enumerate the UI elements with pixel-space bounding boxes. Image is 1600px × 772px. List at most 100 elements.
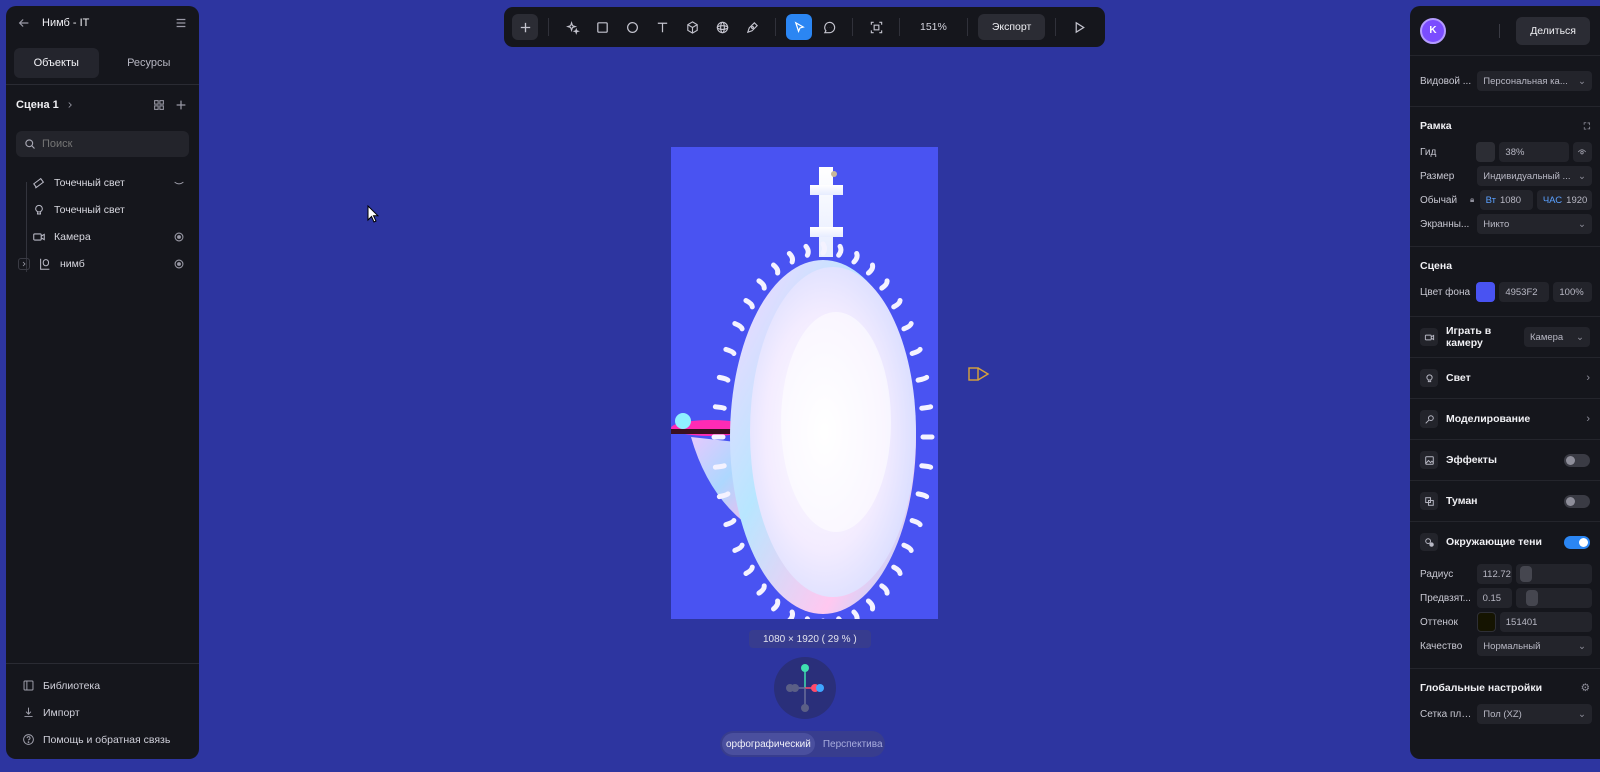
chevron-right-icon[interactable] (65, 97, 75, 113)
search-input[interactable] (42, 138, 172, 150)
fog-row: Туман (1410, 480, 1600, 521)
chevron-down-icon: ⌄ (1578, 640, 1586, 652)
pen-tool-button[interactable] (739, 14, 765, 40)
settings-sliders-icon[interactable]: ⚙︎ (1581, 682, 1590, 694)
import-link[interactable]: Импорт (6, 699, 199, 726)
tree-item-nimb[interactable]: нимб (6, 250, 199, 277)
fog-toggle[interactable] (1564, 494, 1590, 508)
ai-tool-button[interactable] (559, 14, 585, 40)
halo-wave (723, 346, 737, 356)
guide-row: Гид 38% (1410, 140, 1600, 164)
tab-objects[interactable]: Объекты (14, 48, 99, 78)
tint-hex-field[interactable]: 151401 (1499, 612, 1592, 632)
section-divider (1410, 246, 1600, 247)
add-scene-icon[interactable] (173, 97, 189, 113)
quality-label: Качество (1420, 640, 1463, 652)
hide-eye-icon[interactable] (171, 175, 187, 191)
tree-item-label: Камера (54, 230, 91, 243)
menu-icon[interactable] (173, 15, 189, 31)
quality-select[interactable]: Нормальный ⌄ (1477, 636, 1592, 656)
radius-slider[interactable] (1515, 564, 1592, 584)
modeling-row[interactable]: Моделирование › (1410, 398, 1600, 439)
add-button[interactable] (512, 14, 538, 40)
play-camera-select[interactable]: Камера ⌄ (1524, 327, 1590, 347)
frame-focus-button[interactable] (863, 14, 889, 40)
guide-swatch[interactable] (1476, 142, 1496, 162)
bg-color-swatch[interactable] (1476, 282, 1496, 302)
tint-swatch[interactable] (1476, 612, 1496, 632)
size-select[interactable]: Индивидуальный ... ⌄ (1477, 166, 1592, 186)
target-icon[interactable] (171, 229, 187, 245)
target-icon[interactable] (171, 256, 187, 272)
ao-toggle[interactable] (1564, 535, 1590, 549)
scene-selector: Сцена 1 (6, 85, 199, 125)
fog-layers-icon (1420, 492, 1438, 510)
halo-wave (716, 491, 731, 500)
expand-chevron-icon[interactable] (18, 257, 30, 270)
effects-toggle[interactable] (1564, 453, 1590, 467)
view-label: Видовой ... (1420, 75, 1472, 87)
help-label: Помощь и обратная связь (43, 733, 171, 746)
screen-row: Экранны... Никто ⌄ (1410, 212, 1600, 236)
zoom-level[interactable]: 151% (910, 21, 957, 33)
view-row: Видовой ... Персональная ка... ⌄ (1410, 68, 1600, 94)
view-select[interactable]: Персональная ка... ⌄ (1477, 71, 1592, 91)
light-row[interactable]: Свет › (1410, 357, 1600, 398)
view-mode-toggle: орфографический Перспектива (720, 731, 885, 757)
share-button[interactable]: Делиться (1516, 16, 1590, 45)
halo-wave (716, 374, 731, 383)
rectangle-tool-button[interactable] (589, 14, 615, 40)
grid-view-icon[interactable] (151, 97, 167, 113)
camera-icon (32, 230, 46, 244)
bg-hex-field[interactable]: 4953F2 (1499, 282, 1550, 302)
width-field[interactable]: Вт 1080 (1479, 190, 1533, 210)
library-link[interactable]: Библиотека (6, 672, 199, 699)
tree-item-spotlight-2[interactable]: Точечный свет (6, 196, 199, 223)
bias-field[interactable]: 0.15 (1476, 588, 1512, 608)
comment-tool-button[interactable] (816, 14, 842, 40)
sphere-tool-button[interactable] (709, 14, 735, 40)
grid-select[interactable]: Пол (XZ) ⌄ (1477, 704, 1592, 724)
screen-select[interactable]: Никто ⌄ (1477, 214, 1592, 234)
bias-slider-knob[interactable] (1525, 590, 1538, 606)
guide-visibility-button[interactable] (1572, 142, 1592, 162)
tree-item-label: нимб (60, 257, 85, 270)
select-tool-button[interactable] (786, 14, 812, 40)
export-button[interactable]: Экспорт (977, 14, 1046, 40)
guide-opacity-field[interactable]: 38% (1499, 142, 1569, 162)
text-icon (657, 22, 667, 32)
halo-wave (771, 262, 781, 276)
tree-item-spotlight-1[interactable]: Точечный свет (6, 169, 199, 196)
mouse-cursor-icon (367, 204, 380, 226)
frame-section-label: Рамка (1420, 120, 1452, 132)
camera-gizmo-icon[interactable] (968, 365, 990, 386)
radius-slider-knob[interactable] (1519, 566, 1532, 582)
lock-icon[interactable]: 🔒︎ (1470, 195, 1476, 205)
bg-opacity-field[interactable]: 100% (1553, 282, 1592, 302)
view-orthographic-button[interactable]: орфографический (722, 733, 815, 755)
scene-label[interactable]: Сцена 1 (16, 99, 59, 111)
bias-slider[interactable] (1515, 588, 1592, 608)
play-button[interactable] (1066, 14, 1092, 40)
halo-wave (915, 491, 930, 500)
axis-gizmo[interactable] (774, 657, 836, 719)
cube-tool-button[interactable] (679, 14, 705, 40)
play-icon (1075, 21, 1085, 33)
view-perspective-button[interactable]: Перспектива (815, 733, 887, 755)
avatar[interactable]: K (1420, 17, 1446, 44)
text-tool-button[interactable] (649, 14, 675, 40)
height-field[interactable]: ЧАС 1920 (1536, 190, 1592, 210)
halo-wave (756, 278, 767, 291)
help-link[interactable]: Помощь и обратная связь (6, 726, 199, 753)
library-label: Библиотека (43, 679, 101, 692)
radius-field[interactable]: 112.72 (1476, 564, 1512, 584)
scene-frame[interactable] (671, 147, 938, 619)
tree-item-camera[interactable]: Камера (6, 223, 199, 250)
expand-frame-icon[interactable]: ⛶ (1584, 121, 1590, 132)
back-arrow-icon[interactable] (16, 15, 32, 31)
cube-icon (686, 20, 698, 34)
toolbar-separator (899, 18, 900, 36)
tab-resources[interactable]: Ресурсы (107, 48, 192, 78)
chevron-down-icon: ⌄ (1578, 75, 1586, 87)
ellipse-tool-button[interactable] (619, 14, 645, 40)
